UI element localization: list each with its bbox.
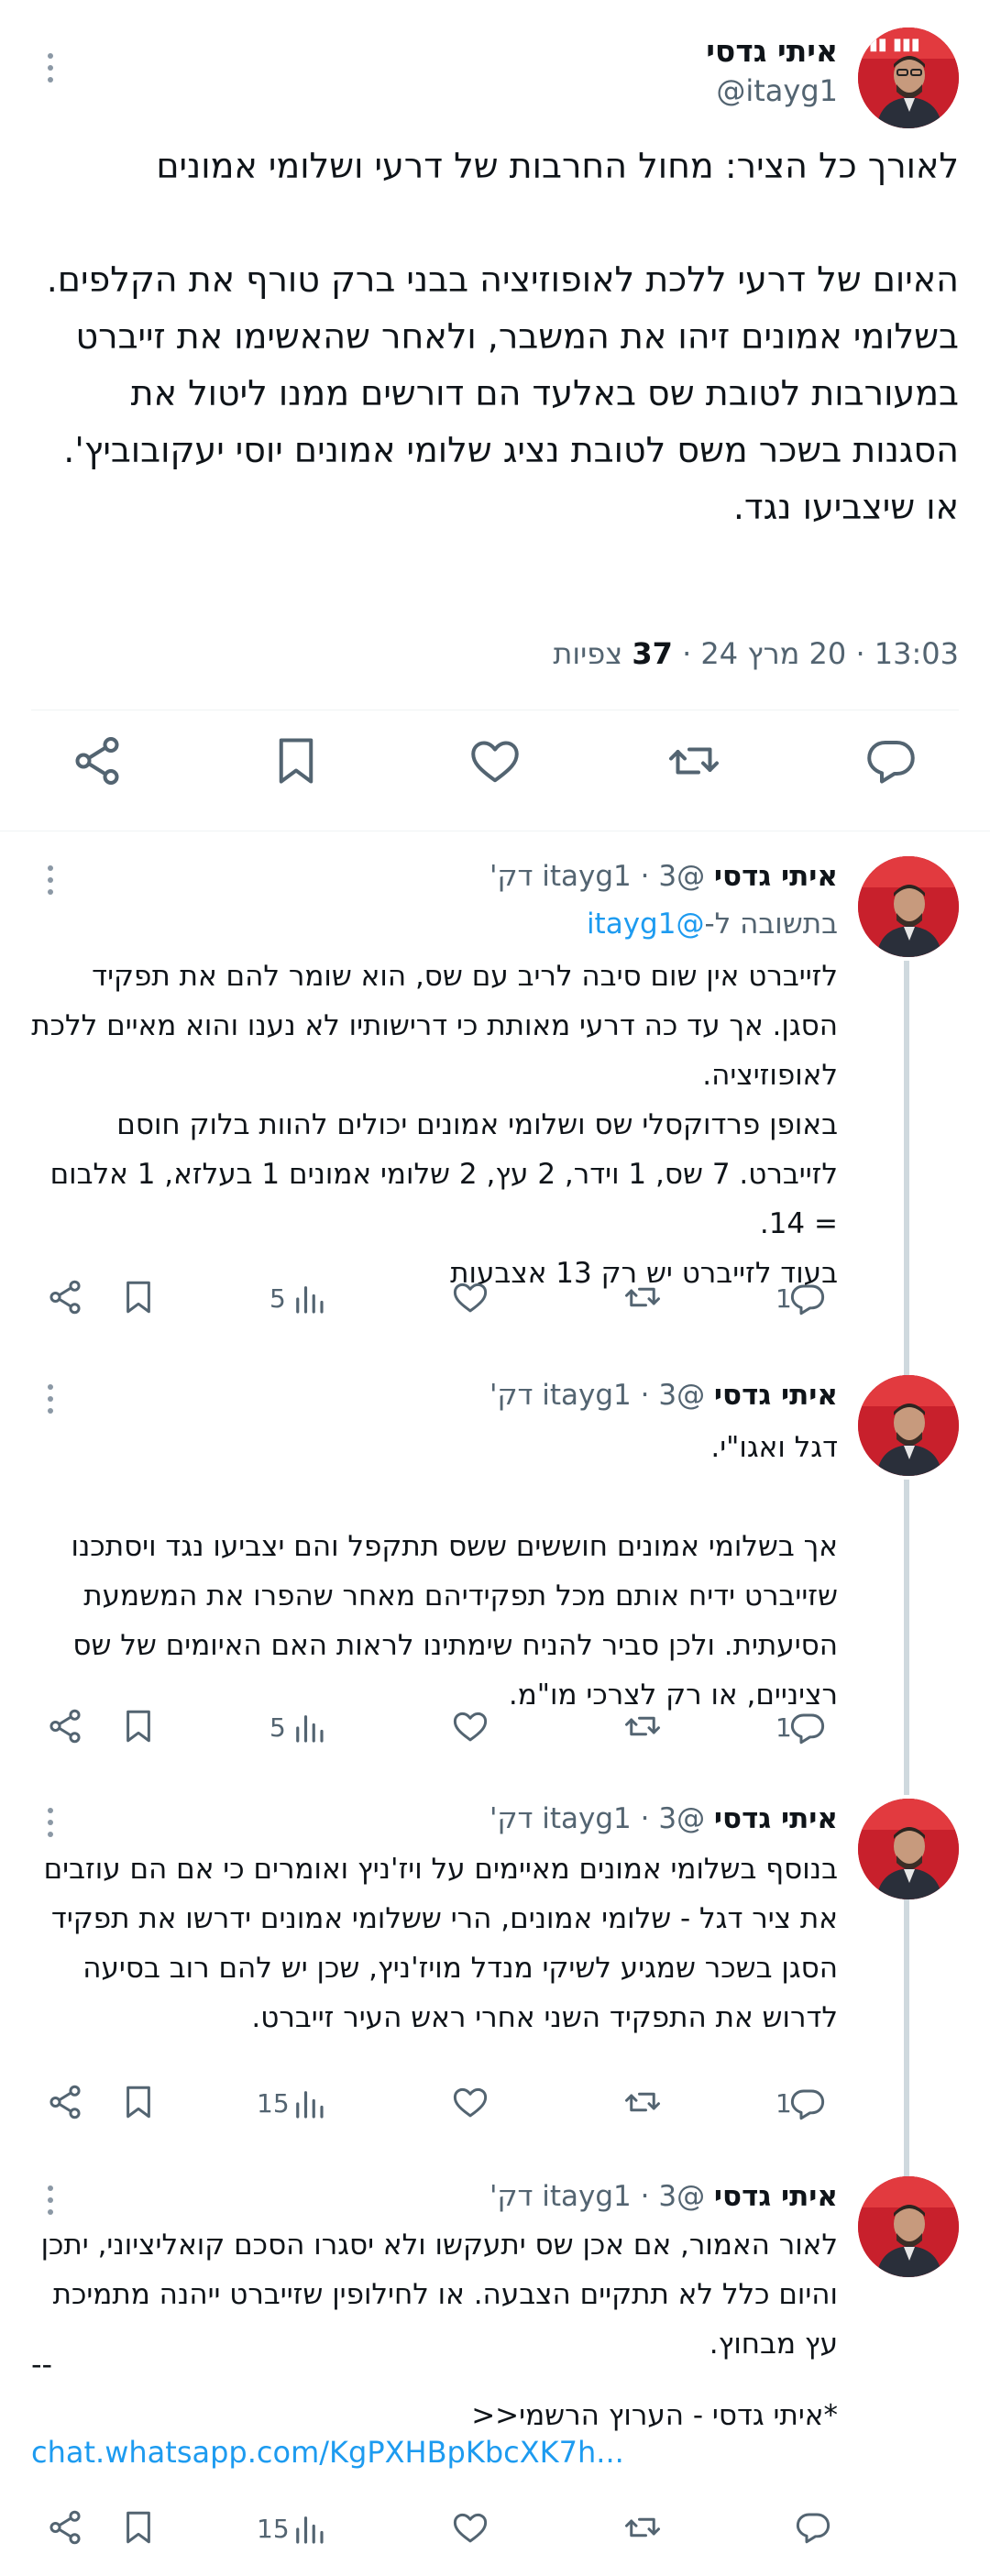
reply-icon <box>790 1284 825 1316</box>
thread-reply[interactable]: איתי גדסי @itayg1 · 3 דק' בתשובה ל-@itay… <box>0 831 990 1349</box>
views-count: 15 <box>257 2088 290 2119</box>
bookmark-icon[interactable] <box>119 2508 158 2550</box>
more-options-icon[interactable] <box>46 2185 55 2222</box>
reply-action-bar: 5 1 <box>0 1278 838 1324</box>
main-tweet: ▮▮ ▮▮▮ איתי גדסי @itayg1 לאורך כל הציר: … <box>0 0 990 831</box>
retweet-icon[interactable] <box>623 2508 662 2550</box>
reply-icon <box>790 1713 825 1745</box>
reply-header: איתי גדסי @itayg1 · 3 דק' <box>489 1802 838 1835</box>
reply-button[interactable]: 1 <box>776 1707 840 1749</box>
author-handle[interactable]: @itayg1 <box>542 2180 705 2213</box>
bookmark-icon[interactable] <box>269 733 324 788</box>
tweet-thread-page: ▮▮ ▮▮▮ איתי גדסי @itayg1 לאורך כל הציר: … <box>0 0 990 2576</box>
thread-reply[interactable]: איתי גדסי @itayg1 · 3 דק' לאור האמור, אם… <box>0 2151 990 2576</box>
retweet-icon[interactable] <box>623 1278 662 1320</box>
tweet-date[interactable]: 20 מרץ 24 <box>700 636 846 671</box>
main-action-bar <box>0 733 990 807</box>
more-options-icon[interactable] <box>46 1384 55 1421</box>
share-icon[interactable] <box>46 2083 84 2125</box>
more-options-icon[interactable] <box>46 1808 55 1844</box>
views-icon <box>296 2091 324 2119</box>
reply-action-bar: 15 1 <box>0 2083 838 2129</box>
avatar[interactable] <box>858 1799 959 1899</box>
author-handle[interactable]: @itayg1 <box>542 1379 705 1412</box>
avatar-image <box>858 1799 959 1899</box>
views-icon <box>296 1715 324 1743</box>
views-button[interactable]: 15 <box>257 2508 348 2550</box>
tweet-time[interactable]: 13:03 <box>874 636 959 671</box>
whatsapp-link[interactable]: chat.whatsapp.com/KgPXHBpKbcXK7h... <box>31 2435 624 2470</box>
views-count: 37 <box>632 636 673 671</box>
share-icon[interactable] <box>46 1278 84 1320</box>
reply-header: איתי גדסי @itayg1 · 3 דק' <box>489 1379 838 1412</box>
signature-text: *איתי גדסי - הערוץ הרשמי<< <box>471 2399 838 2432</box>
author-handle[interactable]: @itayg1 <box>716 73 838 108</box>
avatar-image <box>858 2176 959 2277</box>
reply-icon[interactable] <box>864 733 918 788</box>
reply-text: לזייברט אין שום סיבה לריב עם שס, הוא שומ… <box>31 960 838 1290</box>
reply-header: איתי גדסי @itayg1 · 3 דק' <box>489 860 838 893</box>
retweet-icon[interactable] <box>666 733 721 788</box>
views-button[interactable]: 5 <box>266 1707 348 1749</box>
like-icon[interactable] <box>451 1278 490 1320</box>
views-count: 15 <box>257 2514 290 2544</box>
bookmark-icon[interactable] <box>119 1278 158 1320</box>
reply-action-bar: 5 1 <box>0 1707 838 1753</box>
reply-icon <box>790 2089 825 2120</box>
views-label: צפיות <box>553 636 623 671</box>
reply-text: דגל ואגו"י. אך בשלומי אמונים חוששים ששס … <box>71 1431 838 1712</box>
avatar-image <box>858 856 959 957</box>
bookmark-icon[interactable] <box>119 2083 158 2125</box>
reply-button[interactable]: 1 <box>776 1278 840 1320</box>
reply-text: לאור האמור, אם אכן שס יתעקשו ולא יסגרו ה… <box>31 2229 838 2361</box>
author-name[interactable]: איתי גדסי <box>714 1379 838 1412</box>
views-icon <box>296 1286 324 1314</box>
share-icon[interactable] <box>46 1707 84 1749</box>
views-count: 5 <box>270 1712 286 1743</box>
separator-text: -- <box>31 2347 53 2382</box>
retweet-icon[interactable] <box>623 1707 662 1749</box>
views-icon <box>296 2516 324 2544</box>
avatar-image: ▮▮ ▮▮▮ <box>858 28 959 128</box>
share-icon[interactable] <box>70 733 125 788</box>
reply-icon[interactable] <box>794 2508 832 2550</box>
replying-to-label: בתשובה ל- <box>704 908 838 941</box>
author-handle[interactable]: @itayg1 <box>542 860 705 893</box>
views-button[interactable]: 15 <box>257 2083 348 2125</box>
bookmark-icon[interactable] <box>119 1707 158 1749</box>
more-options-icon[interactable] <box>46 865 55 902</box>
like-icon[interactable] <box>468 733 522 788</box>
avatar[interactable] <box>858 1375 959 1476</box>
like-icon[interactable] <box>451 2508 490 2550</box>
avatar[interactable]: ▮▮ ▮▮▮ <box>858 28 959 128</box>
thread-reply[interactable]: איתי גדסי @itayg1 · 3 דק' דגל ואגו"י. אך… <box>0 1349 990 1773</box>
like-icon[interactable] <box>451 1707 490 1749</box>
avatar[interactable] <box>858 856 959 957</box>
svg-text:▮▮ ▮▮▮: ▮▮ ▮▮▮ <box>869 35 920 54</box>
avatar[interactable] <box>858 2176 959 2277</box>
author-handle[interactable]: @itayg1 <box>542 1802 705 1835</box>
views-button[interactable]: 5 <box>266 1278 348 1320</box>
tweet-text: לאורך כל הציר: מחול החרבות של דרעי ושלומ… <box>46 146 959 527</box>
author-name[interactable]: איתי גדסי <box>714 860 838 893</box>
avatar-image <box>858 1375 959 1476</box>
retweet-icon[interactable] <box>623 2083 662 2125</box>
thread-reply[interactable]: איתי גדסי @itayg1 · 3 דק' בנוסף בשלומי א… <box>0 1773 990 2151</box>
reply-text: בנוסף בשלומי אמונים מאיימים על ויז'ניץ ו… <box>34 1853 838 2034</box>
reply-header: איתי גדסי @itayg1 · 3 דק' <box>489 2180 838 2213</box>
more-options-icon[interactable] <box>46 53 55 90</box>
share-icon[interactable] <box>46 2508 84 2550</box>
replying-to: בתשובה ל-@itayg1 <box>587 908 838 941</box>
views-count: 5 <box>270 1283 286 1314</box>
author-name[interactable]: איתי גדסי <box>714 2180 838 2213</box>
reply-button[interactable]: 1 <box>776 2083 840 2125</box>
author-name[interactable]: איתי גדסי <box>714 1802 838 1835</box>
replying-to-handle[interactable]: @itayg1 <box>587 908 705 941</box>
reply-action-bar: 15 <box>0 2508 838 2554</box>
like-icon[interactable] <box>451 2083 490 2125</box>
author-name[interactable]: איתי גדסי <box>706 33 838 69</box>
tweet-meta: 13:03 · 20 מרץ 24 · 37 צפיות <box>553 636 959 671</box>
